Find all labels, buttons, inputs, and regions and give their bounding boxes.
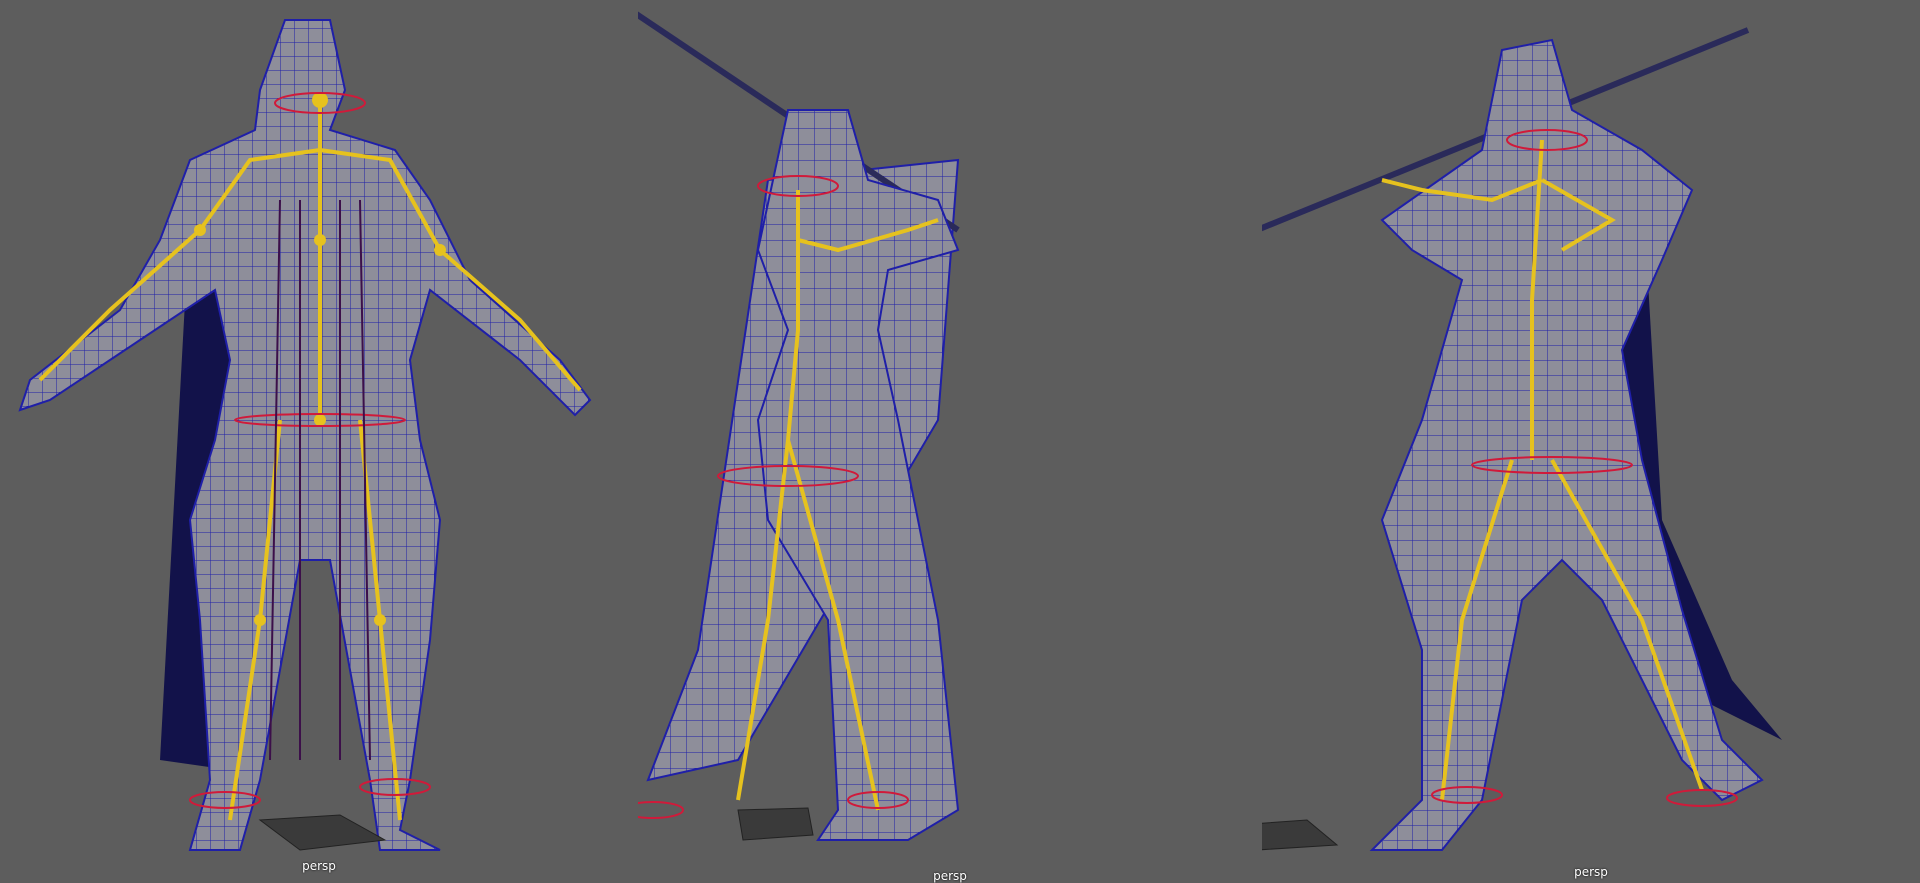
character-rig-a-pose[interactable] [0, 0, 638, 883]
body-mesh[interactable] [18, 19, 592, 851]
character-rig-sword-overhead[interactable] [638, 0, 1262, 883]
viewport-persp-3[interactable]: persp [1262, 0, 1920, 883]
character-rig-sword-guard[interactable] [1262, 0, 1920, 883]
ground-grid [737, 807, 814, 841]
maya-viewport-strip: persp persp persp [0, 0, 1920, 883]
camera-label: persp [1574, 865, 1608, 879]
camera-label: persp [933, 869, 967, 883]
ground-grid [258, 814, 387, 851]
ground-grid [1262, 819, 1339, 851]
viewport-persp-2[interactable]: persp [638, 0, 1262, 883]
viewport-persp-1[interactable]: persp [0, 0, 638, 883]
camera-label: persp [302, 859, 336, 873]
